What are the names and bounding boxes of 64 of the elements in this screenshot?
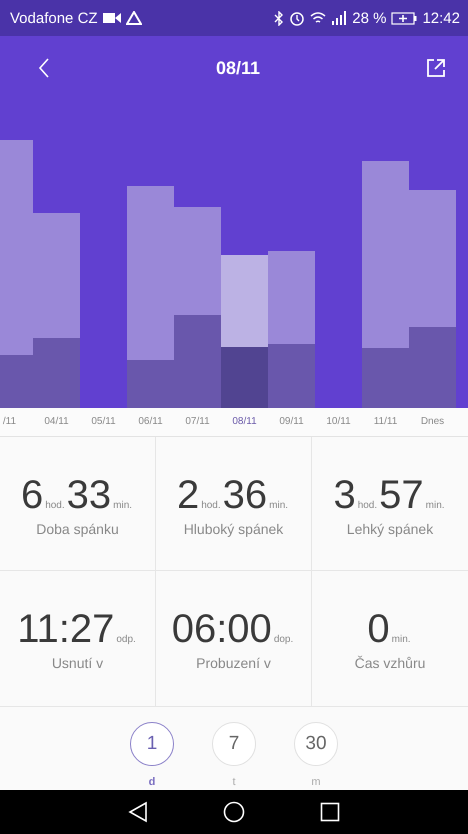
minutes-value: 33 bbox=[66, 475, 112, 515]
date-label[interactable]: 10/11 bbox=[315, 408, 362, 436]
wifi-icon bbox=[310, 11, 326, 25]
sleep-bar[interactable] bbox=[33, 213, 80, 408]
period-button[interactable]: 30 bbox=[294, 722, 338, 766]
date-label[interactable]: 08/11 bbox=[221, 408, 268, 436]
period-label: m bbox=[311, 776, 321, 788]
recent-apps-icon[interactable] bbox=[320, 802, 340, 822]
unit-label: hod. bbox=[201, 500, 221, 511]
carrier-name: Vodafone CZ bbox=[10, 10, 98, 26]
stat-label: Lehký spánek bbox=[346, 521, 434, 537]
period-label: t bbox=[232, 776, 236, 788]
sleep-bar[interactable] bbox=[221, 255, 268, 408]
date-label[interactable]: 09/11 bbox=[268, 408, 315, 436]
stat-label: Hluboký spánek bbox=[184, 521, 284, 537]
stat-label: Doba spánku bbox=[36, 521, 119, 537]
stat-label: Usnutí v bbox=[52, 655, 104, 671]
unit-label: hod. bbox=[358, 500, 378, 511]
unit-label: odp. bbox=[116, 634, 136, 645]
signal-icon bbox=[331, 11, 348, 25]
sleep-bar[interactable] bbox=[409, 190, 456, 408]
stat-value: 06:00 bbox=[172, 609, 272, 649]
minutes-value: 57 bbox=[379, 475, 424, 515]
clock-time: 12:42 bbox=[422, 10, 460, 26]
header-title: 08/11 bbox=[214, 58, 262, 79]
stat-value: 0 bbox=[367, 609, 390, 649]
notification-icon bbox=[126, 11, 142, 25]
minutes-value: 36 bbox=[222, 475, 268, 515]
unit-label: min. bbox=[113, 500, 132, 511]
sleep-bar[interactable] bbox=[362, 161, 409, 408]
hours-value: 6 bbox=[20, 475, 44, 515]
alarm-clock-icon bbox=[289, 10, 306, 26]
period-button[interactable]: 7 bbox=[212, 722, 256, 766]
sleep-bar[interactable] bbox=[174, 207, 221, 408]
stat-label: Čas vzhůru bbox=[354, 655, 426, 671]
battery-percent: 28 % bbox=[352, 10, 386, 26]
hours-value: 3 bbox=[333, 475, 356, 515]
back-icon[interactable] bbox=[38, 58, 50, 78]
hours-value: 2 bbox=[176, 475, 200, 515]
battery-charging-icon bbox=[391, 12, 418, 24]
unit-label: min. bbox=[426, 500, 445, 511]
date-label[interactable]: 04/11 bbox=[33, 408, 80, 436]
date-label[interactable]: /11 bbox=[0, 408, 33, 436]
share-icon[interactable] bbox=[426, 58, 446, 78]
sleep-bar[interactable] bbox=[0, 140, 33, 408]
unit-label: hod. bbox=[45, 500, 65, 511]
unit-label: dop. bbox=[274, 634, 294, 645]
sleep-bar[interactable] bbox=[127, 186, 174, 408]
date-label[interactable]: Dnes bbox=[409, 408, 456, 436]
date-label[interactable]: 11/11 bbox=[362, 408, 409, 436]
home-icon[interactable] bbox=[222, 801, 245, 823]
stat-value: 11:27 bbox=[17, 609, 114, 649]
video-camera-icon bbox=[102, 12, 121, 24]
unit-label: min. bbox=[269, 500, 288, 511]
bluetooth-icon bbox=[274, 10, 284, 26]
period-button[interactable]: 1 bbox=[130, 722, 174, 766]
date-label[interactable]: 07/11 bbox=[174, 408, 221, 436]
stat-label: Probuzení v bbox=[196, 655, 271, 671]
period-label: d bbox=[148, 776, 156, 788]
date-label[interactable]: 06/11 bbox=[127, 408, 174, 436]
back-nav-icon[interactable] bbox=[128, 801, 148, 823]
unit-label: min. bbox=[392, 634, 411, 645]
sleep-bar[interactable] bbox=[268, 251, 315, 408]
date-label[interactable]: 05/11 bbox=[80, 408, 127, 436]
